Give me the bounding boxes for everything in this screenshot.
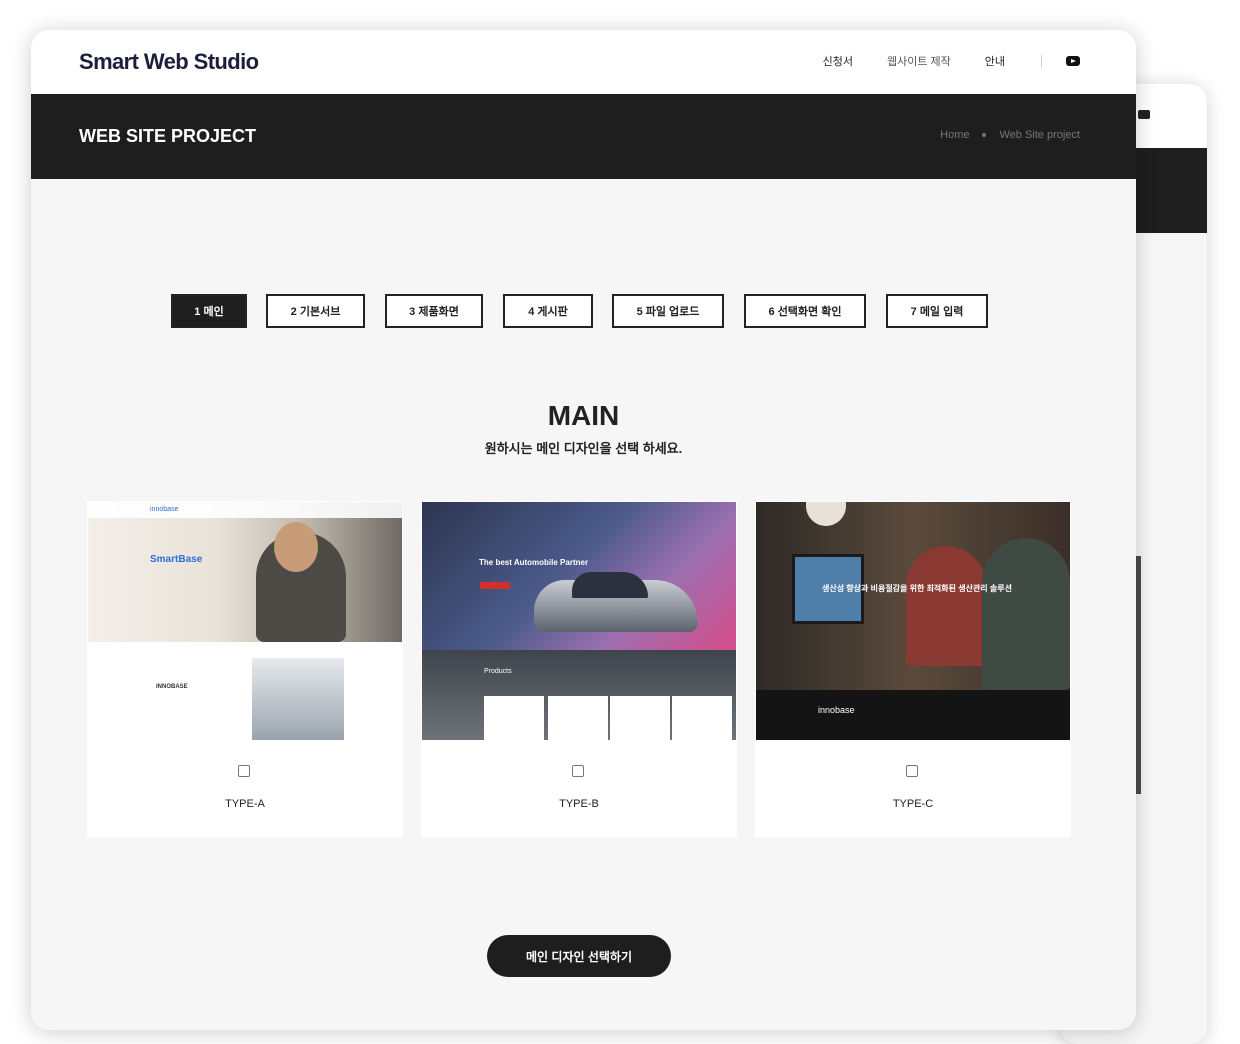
design-card-type-a[interactable]: innobase SmartBase INNOBASE TYPE-A — [87, 501, 403, 837]
step-tab-confirm[interactable]: 6 선택화면 확인 — [744, 294, 866, 328]
person-photo — [906, 546, 986, 666]
select-main-design-button[interactable]: 메인 디자인 선택하기 — [487, 935, 671, 977]
preview-footer: innobase — [756, 690, 1070, 740]
design-card-type-b[interactable]: The best Automobile Partner Products TYP… — [421, 501, 737, 837]
products-heading: Products — [484, 668, 512, 675]
card-label: TYPE-B — [559, 798, 599, 810]
preview-cta — [480, 582, 510, 589]
page-banner: WEB SITE PROJECT Home Web Site project — [31, 94, 1136, 179]
card-label: TYPE-C — [892, 798, 934, 810]
product-tile — [548, 696, 608, 740]
preview-nav — [88, 502, 402, 518]
preview-headline: The best Automobile Partner — [479, 558, 589, 567]
preview-thumbnail-type-b[interactable]: The best Automobile Partner Products — [422, 502, 736, 740]
step-tab-board[interactable]: 4 게시판 — [503, 294, 593, 328]
youtube-icon — [1138, 110, 1150, 119]
office-photo — [252, 658, 344, 740]
products-section: Products — [422, 650, 736, 740]
section-title: MAIN — [547, 400, 620, 431]
breadcrumb-home[interactable]: Home — [940, 129, 969, 141]
breadcrumb-current: Web Site project — [999, 129, 1080, 141]
step-tab-main[interactable]: 1 메인 — [171, 294, 247, 328]
nav-link-guide[interactable]: 안내 — [985, 53, 1005, 69]
site-header: Smart Web Studio 신청서 웹사이트 제작 안내 — [31, 30, 1136, 94]
section-subtitle: 원하시는 메인 디자인을 선택 하세요. — [484, 441, 683, 456]
page-title: WEB SITE PROJECT — [79, 126, 257, 146]
product-tile — [610, 696, 670, 740]
nav-divider — [1041, 54, 1042, 68]
design-card-type-c[interactable]: 생산성 향상과 비용절감을 위한 최적화된 생산관리 솔루션 innobase … — [755, 501, 1071, 837]
preview-logo: innobase — [818, 705, 855, 715]
card-label: TYPE-A — [225, 798, 265, 810]
person-photo — [982, 538, 1070, 690]
preview-brand: SmartBase — [150, 554, 203, 565]
main-nav: 신청서 웹사이트 제작 안내 — [789, 53, 1080, 69]
preview-thumbnail-type-c[interactable]: 생산성 향상과 비용절감을 위한 최적화된 생산관리 솔루션 innobase — [756, 502, 1070, 740]
step-tab-file-upload[interactable]: 5 파일 업로드 — [612, 294, 724, 328]
nav-link-website-build[interactable]: 웹사이트 제작 — [887, 53, 951, 69]
preview-thumbnail-type-a[interactable]: innobase SmartBase INNOBASE — [88, 502, 402, 740]
hero-image — [88, 502, 402, 642]
checkbox-icon[interactable] — [572, 765, 584, 777]
site-logo[interactable]: Smart Web Studio — [79, 49, 259, 75]
checkbox-icon[interactable] — [906, 765, 918, 777]
youtube-icon[interactable] — [1066, 56, 1080, 66]
preview-headline: 생산성 향상과 비용절감을 위한 최적화된 생산관리 솔루션 — [822, 584, 1012, 593]
preview-company: INNOBASE — [156, 684, 188, 690]
product-tile — [672, 696, 732, 740]
background-strip — [1136, 556, 1141, 794]
car-window — [572, 572, 648, 598]
person-head — [274, 522, 318, 572]
breadcrumb: Home Web Site project — [940, 129, 1080, 141]
step-tab-mail[interactable]: 7 메일 입력 — [886, 294, 988, 328]
preview-content: INNOBASE — [88, 642, 402, 740]
nav-link-application[interactable]: 신청서 — [823, 53, 853, 69]
product-tile — [484, 696, 544, 740]
browser-window: Smart Web Studio 신청서 웹사이트 제작 안내 WEB SITE… — [31, 30, 1136, 1030]
preview-logo: innobase — [150, 506, 179, 513]
breadcrumb-separator — [982, 133, 987, 137]
checkbox-icon[interactable] — [238, 765, 250, 777]
step-tab-basic-sub[interactable]: 2 기본서브 — [266, 294, 365, 328]
step-tab-product[interactable]: 3 제품화면 — [385, 294, 483, 328]
